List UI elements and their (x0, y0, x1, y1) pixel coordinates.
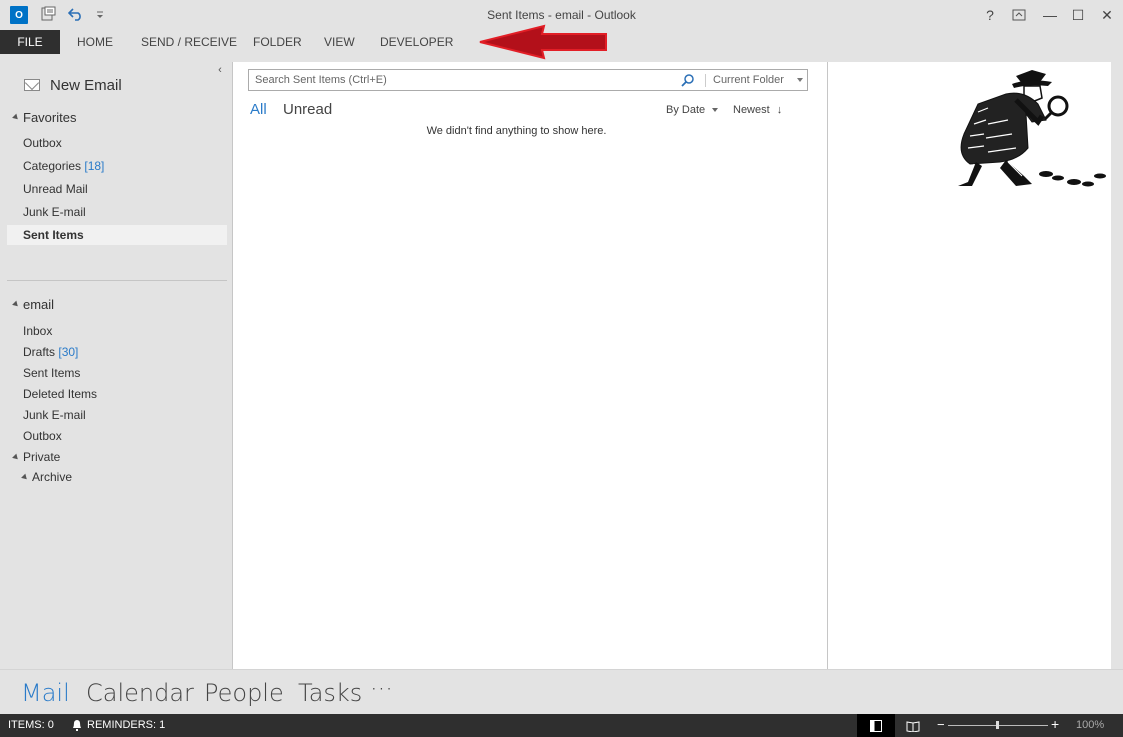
tab-view[interactable]: VIEW (324, 30, 355, 54)
tab-folder[interactable]: FOLDER (253, 30, 302, 54)
minimize-button[interactable]: — (1039, 5, 1061, 25)
expanded-triangle-icon (12, 113, 20, 122)
drafts-count-badge: [30] (58, 345, 79, 359)
zoom-in-button[interactable]: + (1051, 716, 1059, 732)
favorites-header[interactable]: Favorites (12, 110, 77, 125)
zoom-level[interactable]: 100% (1076, 719, 1104, 731)
sort-order-toggle[interactable]: Newest ↓ (733, 104, 782, 116)
tab-home[interactable]: HOME (77, 30, 113, 54)
filter-all-tab[interactable]: All (250, 101, 267, 118)
annotation-arrow (479, 24, 607, 60)
search-separator (705, 74, 706, 87)
message-list: Search Sent Items (Ctrl+E) Current Folde… (232, 62, 827, 669)
collapse-pane-icon[interactable]: ‹ (214, 64, 226, 78)
favorite-sent-items[interactable]: Sent Items (7, 225, 227, 245)
reading-view-button[interactable] (905, 714, 921, 737)
normal-view-button[interactable] (857, 714, 895, 737)
nav-mail[interactable]: Mail (21, 679, 70, 707)
sort-order-label: Newest (733, 104, 770, 116)
nav-calendar[interactable]: Calendar (86, 679, 194, 707)
chevron-down-icon (712, 108, 719, 113)
tab-send-receive[interactable]: SEND / RECEIVE (141, 30, 237, 54)
reading-view-icon (906, 720, 920, 732)
reminders-count[interactable]: REMINDERS: 1 (87, 719, 165, 731)
favorite-categories[interactable]: Categories [18] (23, 159, 104, 173)
tab-file[interactable]: FILE (0, 30, 60, 54)
new-email-button[interactable]: New Email (24, 74, 122, 96)
filter-unread-tab[interactable]: Unread (283, 101, 332, 118)
favorite-junk-email[interactable]: Junk E-mail (23, 205, 86, 219)
archive-label: Archive (32, 470, 73, 484)
folder-deleted-items[interactable]: Deleted Items (23, 387, 97, 401)
detective-illustration (958, 70, 1106, 187)
normal-view-icon (870, 719, 882, 732)
module-switcher: Mail Calendar People Tasks ··· (0, 669, 1123, 714)
private-label: Private (23, 450, 61, 464)
window-title: Sent Items - email - Outlook (487, 8, 636, 22)
folder-drafts[interactable]: Drafts [30] (23, 345, 78, 359)
folder-inbox[interactable]: Inbox (23, 324, 52, 338)
nav-people[interactable]: People (204, 679, 284, 707)
arrange-by-label: By Date (666, 104, 706, 116)
help-button[interactable]: ? (979, 5, 1001, 25)
account-label: email (23, 297, 55, 312)
search-box[interactable]: Search Sent Items (Ctrl+E) Current Folde… (248, 69, 808, 91)
search-input[interactable]: Search Sent Items (Ctrl+E) (255, 74, 387, 86)
tab-developer[interactable]: DEVELOPER (380, 30, 453, 54)
favorite-unread-mail[interactable]: Unread Mail (23, 182, 88, 196)
zoom-slider-thumb[interactable] (996, 721, 999, 729)
nav-tasks[interactable]: Tasks (298, 679, 362, 707)
items-count: ITEMS: 0 (8, 719, 54, 731)
expanded-triangle-icon (12, 300, 20, 309)
folder-junk-email[interactable]: Junk E-mail (23, 408, 86, 422)
zoom-out-button[interactable]: − (937, 717, 945, 732)
search-scope-dropdown[interactable]: Current Folder (713, 74, 784, 86)
empty-list-message: We didn't find anything to show here. (426, 125, 607, 137)
expanded-triangle-icon (21, 473, 29, 481)
new-email-icon (24, 79, 40, 91)
expanded-triangle-icon (12, 453, 20, 461)
unread-count-badge: [18] (84, 159, 105, 173)
arrow-down-icon: ↓ (776, 104, 783, 116)
pane-divider (7, 280, 227, 281)
chevron-down-icon[interactable] (797, 78, 803, 82)
status-bar: ITEMS: 0 REMINDERS: 1 − + 100% (0, 714, 1123, 737)
folder-sent-items[interactable]: Sent Items (23, 366, 80, 380)
search-icon[interactable] (681, 73, 695, 87)
folder-outbox[interactable]: Outbox (23, 429, 62, 443)
new-email-label: New Email (50, 76, 122, 94)
reading-pane (827, 62, 1111, 669)
folder-private[interactable]: Private (12, 450, 61, 464)
close-button[interactable]: ✕ (1096, 5, 1118, 25)
ribbon-display-options-icon[interactable] (1008, 5, 1030, 25)
account-header[interactable]: email (12, 297, 55, 312)
arrange-by-dropdown[interactable]: By Date (666, 104, 719, 116)
favorites-label: Favorites (23, 110, 77, 125)
folder-pane: ‹ New Email Favorites Outbox Categories … (0, 62, 232, 669)
maximize-button[interactable]: ☐ (1067, 5, 1089, 25)
bell-icon (73, 720, 81, 731)
more-modules-icon[interactable]: ··· (370, 675, 393, 703)
folder-archive[interactable]: Archive (21, 470, 73, 484)
favorite-outbox[interactable]: Outbox (23, 136, 62, 150)
